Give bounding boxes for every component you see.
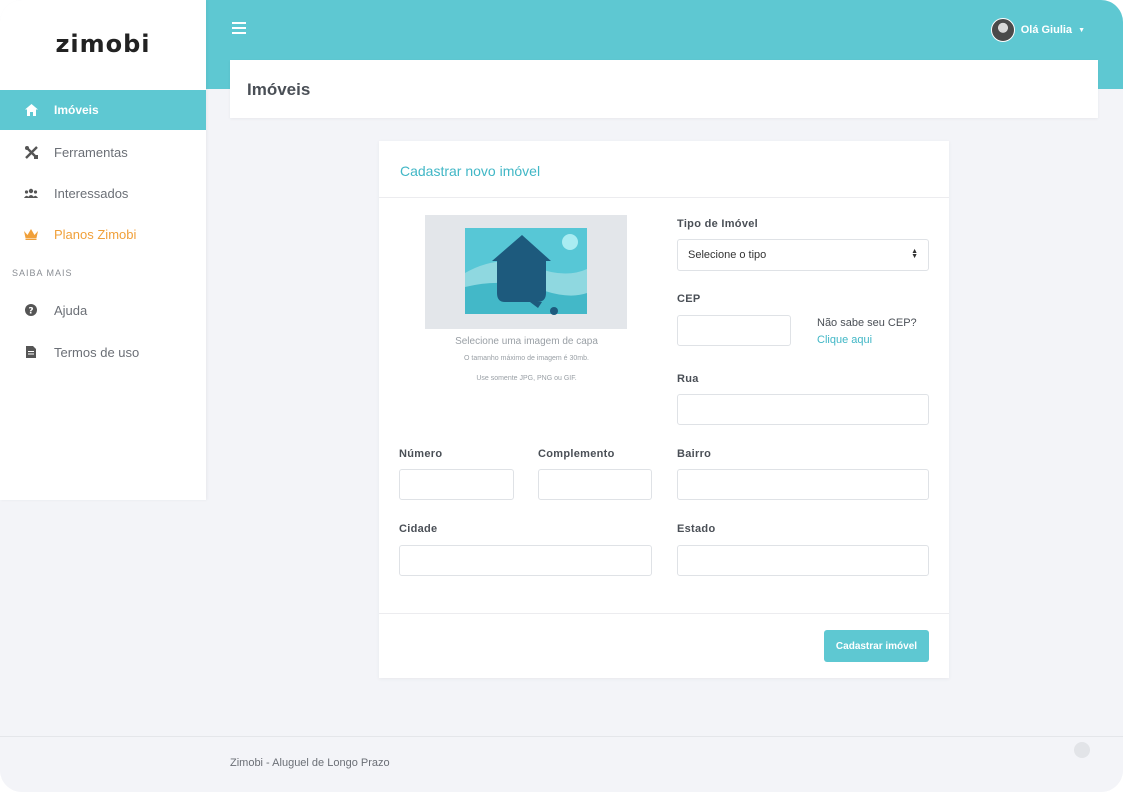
sidebar-section-title: SAIBA MAIS: [12, 268, 73, 278]
sidebar-item-termos[interactable]: Termos de uso: [0, 332, 206, 372]
sidebar-item-label: Interessados: [54, 185, 129, 201]
sidebar-item-label: Imóveis: [54, 103, 99, 117]
rua-label: Rua: [677, 373, 699, 385]
bairro-input[interactable]: [677, 469, 929, 500]
help-bubble-icon[interactable]: [1074, 742, 1090, 758]
user-greeting[interactable]: Olá Giulia: [1021, 24, 1072, 36]
cep-label: CEP: [677, 293, 701, 305]
sidebar-item-imoveis[interactable]: Imóveis: [0, 90, 206, 130]
question-icon: ?: [24, 303, 38, 317]
crown-icon: [24, 227, 38, 241]
page-header: Imóveis: [230, 60, 1098, 118]
bairro-label: Bairro: [677, 448, 712, 460]
users-icon: [24, 186, 38, 200]
complemento-input[interactable]: [538, 469, 652, 500]
user-menu[interactable]: Olá Giulia ▼: [990, 18, 1085, 42]
avatar[interactable]: [990, 18, 1015, 42]
numero-input[interactable]: [399, 469, 514, 500]
estado-label: Estado: [677, 523, 716, 535]
tipo-label: Tipo de Imóvel: [677, 218, 759, 230]
tipo-select-value: Selecione o tipo: [688, 249, 767, 261]
tools-icon: [24, 145, 38, 159]
cover-image-upload[interactable]: [425, 215, 627, 329]
numero-label: Número: [399, 448, 443, 460]
tipo-select[interactable]: Selecione o tipo ▲ ▼: [677, 239, 929, 271]
cover-image-format-hint: Use somente JPG, PNG ou GIF.: [476, 375, 577, 382]
sidebar-item-planos[interactable]: Planos Zimobi: [0, 214, 206, 254]
image-placeholder-icon: [465, 228, 587, 315]
cidade-label: Cidade: [399, 523, 438, 535]
cep-help-text: Não sabe seu CEP?: [817, 317, 917, 329]
estado-input[interactable]: [677, 545, 929, 576]
logo[interactable]: zimobi: [0, 30, 206, 58]
page-title: Imóveis: [247, 80, 311, 99]
sidebar-item-interessados[interactable]: Interessados: [0, 173, 206, 213]
svg-text:?: ?: [28, 306, 33, 316]
menu-toggle-icon[interactable]: [232, 22, 246, 34]
document-icon: [24, 345, 38, 359]
sidebar-item-label: Termos de uso: [54, 344, 140, 360]
footer-text: Zimobi - Aluguel de Longo Prazo: [230, 757, 390, 769]
complemento-label: Complemento: [538, 448, 615, 460]
sidebar-item-label: Ajuda: [54, 302, 88, 318]
rua-input[interactable]: [677, 394, 929, 425]
cover-image-size-hint: O tamanho máximo de imagem é 30mb.: [464, 355, 589, 362]
select-arrows-icon: ▲ ▼: [911, 248, 918, 260]
cep-lookup-link[interactable]: Clique aqui: [817, 334, 872, 346]
footer: Zimobi - Aluguel de Longo Prazo: [0, 736, 1123, 792]
divider: [379, 613, 949, 614]
home-icon: [24, 103, 38, 117]
cep-input[interactable]: [677, 315, 791, 346]
caret-down-icon[interactable]: ▼: [1078, 27, 1085, 34]
submit-button[interactable]: Cadastrar imóvel: [824, 630, 929, 662]
sidebar-item-ajuda[interactable]: ? Ajuda: [0, 290, 206, 330]
sidebar-item-label: Ferramentas: [54, 144, 128, 160]
cidade-input[interactable]: [399, 545, 652, 576]
new-property-form: Cadastrar novo imóvel Selecione uma imag…: [379, 141, 949, 678]
form-title: Cadastrar novo imóvel: [400, 163, 541, 179]
cover-image-caption: Selecione uma imagem de capa: [455, 336, 598, 347]
sidebar: zimobi Imóveis Ferramentas Interessados …: [0, 0, 206, 500]
sidebar-item-ferramentas[interactable]: Ferramentas: [0, 132, 206, 172]
divider: [379, 197, 949, 198]
app-frame: Olá Giulia ▼ zimobi Imóveis Ferramentas …: [0, 0, 1123, 792]
sidebar-item-label: Planos Zimobi: [54, 226, 137, 242]
